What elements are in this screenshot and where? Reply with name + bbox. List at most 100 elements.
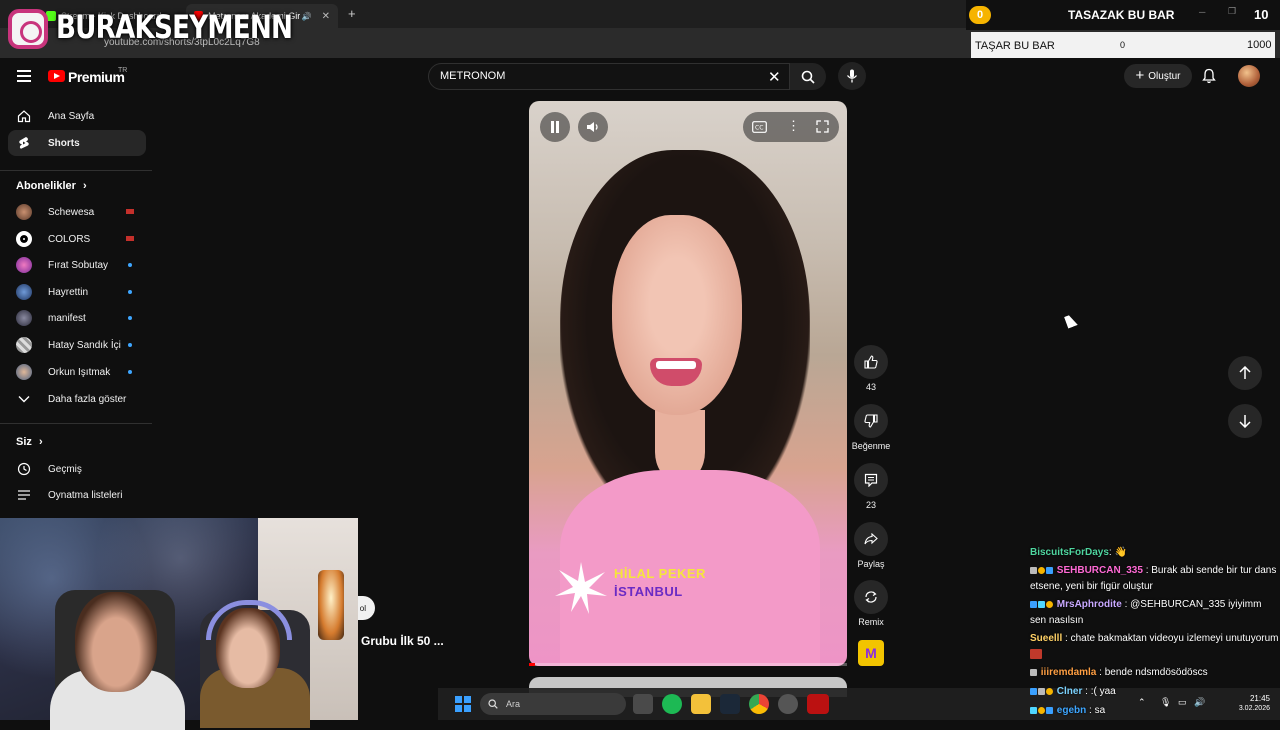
chrome-icon[interactable] (749, 694, 769, 714)
close-tab-icon[interactable]: ✕ (322, 11, 330, 22)
chat-message: MrsAphrodite : @SEHBURCAN_335 iyiyimm se… (1030, 599, 1262, 626)
tray-mic-icon[interactable]: 🎙 (1160, 697, 1171, 708)
streamer-name: BURAKSEYMENN (56, 8, 293, 46)
file-explorer-icon[interactable] (691, 694, 711, 714)
sidebar-item-hayrettin[interactable]: Hayrettin (0, 279, 150, 305)
pause-button[interactable] (540, 112, 570, 142)
search-button[interactable] (790, 63, 826, 90)
video-progress-track[interactable] (529, 663, 847, 666)
youtube-logo-icon[interactable] (48, 70, 65, 82)
menu-icon[interactable] (17, 70, 31, 82)
audio-source-thumbnail[interactable]: M (858, 640, 884, 666)
volume-button[interactable] (578, 112, 608, 142)
account-avatar[interactable] (1238, 65, 1260, 87)
sidebar-item-label: Geçmiş (48, 463, 82, 475)
remix-button[interactable] (854, 580, 888, 614)
windows-start-icon[interactable] (455, 696, 471, 712)
taskbar-clock-date[interactable]: 3.02.2026 (1212, 705, 1270, 712)
chat-text: 👋 (1114, 547, 1127, 558)
comment-icon (864, 473, 878, 487)
create-button[interactable]: + Oluştur (1124, 64, 1192, 88)
chat-username: egebn (1056, 705, 1087, 716)
mouse-cursor-icon (1064, 313, 1078, 329)
voice-search-button[interactable] (838, 62, 866, 90)
sidebar-item-home[interactable]: Ana Sayfa (0, 103, 150, 129)
coin-badge-icon (1046, 600, 1053, 608)
volume-icon (587, 122, 598, 132)
channel-avatar (16, 257, 32, 273)
clear-search-icon[interactable]: ✕ (768, 68, 781, 86)
chevron-right-icon: › (38, 436, 43, 448)
comment-count: 23 (865, 500, 876, 510)
video-progress-fill (529, 663, 535, 666)
search-icon (488, 699, 498, 709)
bar-progress-label: TAŞAR BU BAR (975, 40, 1055, 52)
playlist-icon (16, 487, 32, 503)
youtube-premium-brand[interactable]: Premium (68, 69, 125, 85)
diamond-badge-icon (1030, 706, 1037, 714)
subscriber-badge-icon (1030, 566, 1037, 574)
gift-badge-icon (1046, 706, 1053, 714)
sidebar-item-orkun-isitmak[interactable]: Orkun Işıtmak (0, 359, 150, 385)
search-input-value[interactable]: METRONOM (440, 70, 505, 82)
sidebar-item-firat-sobutay[interactable]: Fırat Sobutay (0, 252, 150, 278)
verified-badge-icon (1030, 687, 1037, 695)
coin-badge-icon (1046, 687, 1053, 695)
sidebar-item-manifest[interactable]: manifest (0, 305, 150, 331)
webcam-person-left-head (75, 592, 157, 692)
chat-username: BiscuitsForDays (1030, 547, 1109, 558)
like-count: 43 (865, 382, 876, 392)
task-view-icon[interactable] (633, 694, 653, 714)
tray-volume-icon[interactable]: 🔊 (1194, 697, 1205, 708)
like-button[interactable] (854, 345, 888, 379)
notifications-button[interactable] (1202, 68, 1216, 89)
coin-badge-icon (1038, 706, 1045, 714)
app-launcher-icon[interactable] (807, 694, 829, 714)
remix-icon (865, 591, 877, 603)
sidebar-item-history[interactable]: Geçmiş (0, 456, 150, 482)
fullscreen-button[interactable] (816, 120, 829, 138)
chat-username: Clner (1056, 686, 1083, 697)
closed-captions-button[interactable]: CC (752, 120, 767, 138)
taskbar-search-placeholder: Ara (506, 699, 521, 709)
minimize-icon: ─ (1199, 7, 1206, 17)
tray-display-icon[interactable]: ▭ (1178, 697, 1187, 708)
dislike-button[interactable] (854, 404, 888, 438)
speaker-icon: 🔊 (301, 11, 312, 21)
tray-overflow-icon[interactable]: ⌃ (1138, 697, 1146, 708)
chat-message: iiiremdamla : bende ndsmdösödöscs (1030, 665, 1280, 681)
taskbar-clock-time[interactable]: 21:45 (1234, 694, 1270, 703)
spotify-icon[interactable] (662, 694, 682, 714)
chevron-down-icon (16, 391, 32, 407)
sidebar-item-label: Fırat Sobutay (48, 259, 109, 271)
sidebar-item-hatay-sandik-ici[interactable]: Hatay Sandık İçi (0, 332, 150, 358)
bar-progress-max: 1000 (1247, 39, 1272, 51)
sidebar-item-schewesa[interactable]: Schewesa (0, 199, 150, 225)
home-icon (16, 108, 32, 124)
next-short-button[interactable] (1228, 404, 1262, 438)
sidebar-divider (0, 423, 152, 424)
sidebar-item-colors[interactable]: COLORS (0, 226, 150, 252)
peek-video-title[interactable]: Grubu İlk 50 ... (361, 634, 444, 648)
sidebar-item-label: Shorts (48, 137, 80, 149)
chat-text: chate bakmaktan videoyu izlemeyi unutuyo… (1070, 633, 1279, 644)
more-options-icon[interactable]: ⋮ (787, 119, 800, 132)
sidebar-item-shorts[interactable]: Shorts (0, 130, 150, 156)
sidebar-item-playlists[interactable]: Oynatma listeleri (0, 482, 150, 508)
shorts-icon (16, 135, 32, 151)
taskbar-search[interactable]: Ara (480, 693, 626, 715)
video-brand-name: HİLAL PEKER (614, 566, 706, 581)
settings-gear-icon[interactable] (778, 694, 798, 714)
share-button[interactable] (854, 522, 888, 556)
chat-text: sa (1094, 705, 1106, 716)
comments-button[interactable] (854, 463, 888, 497)
steam-icon[interactable] (720, 694, 740, 714)
sidebar-show-more[interactable]: Daha fazla göster (0, 386, 150, 412)
coin-badge-icon (1038, 566, 1045, 574)
new-tab-button[interactable]: + (348, 6, 356, 21)
subscriptions-heading[interactable]: Abonelikler › (16, 180, 87, 192)
previous-short-button[interactable] (1228, 356, 1262, 390)
chat-username: Sueelll (1030, 633, 1063, 644)
you-heading[interactable]: Siz › (16, 436, 43, 448)
fullscreen-icon (816, 120, 829, 133)
